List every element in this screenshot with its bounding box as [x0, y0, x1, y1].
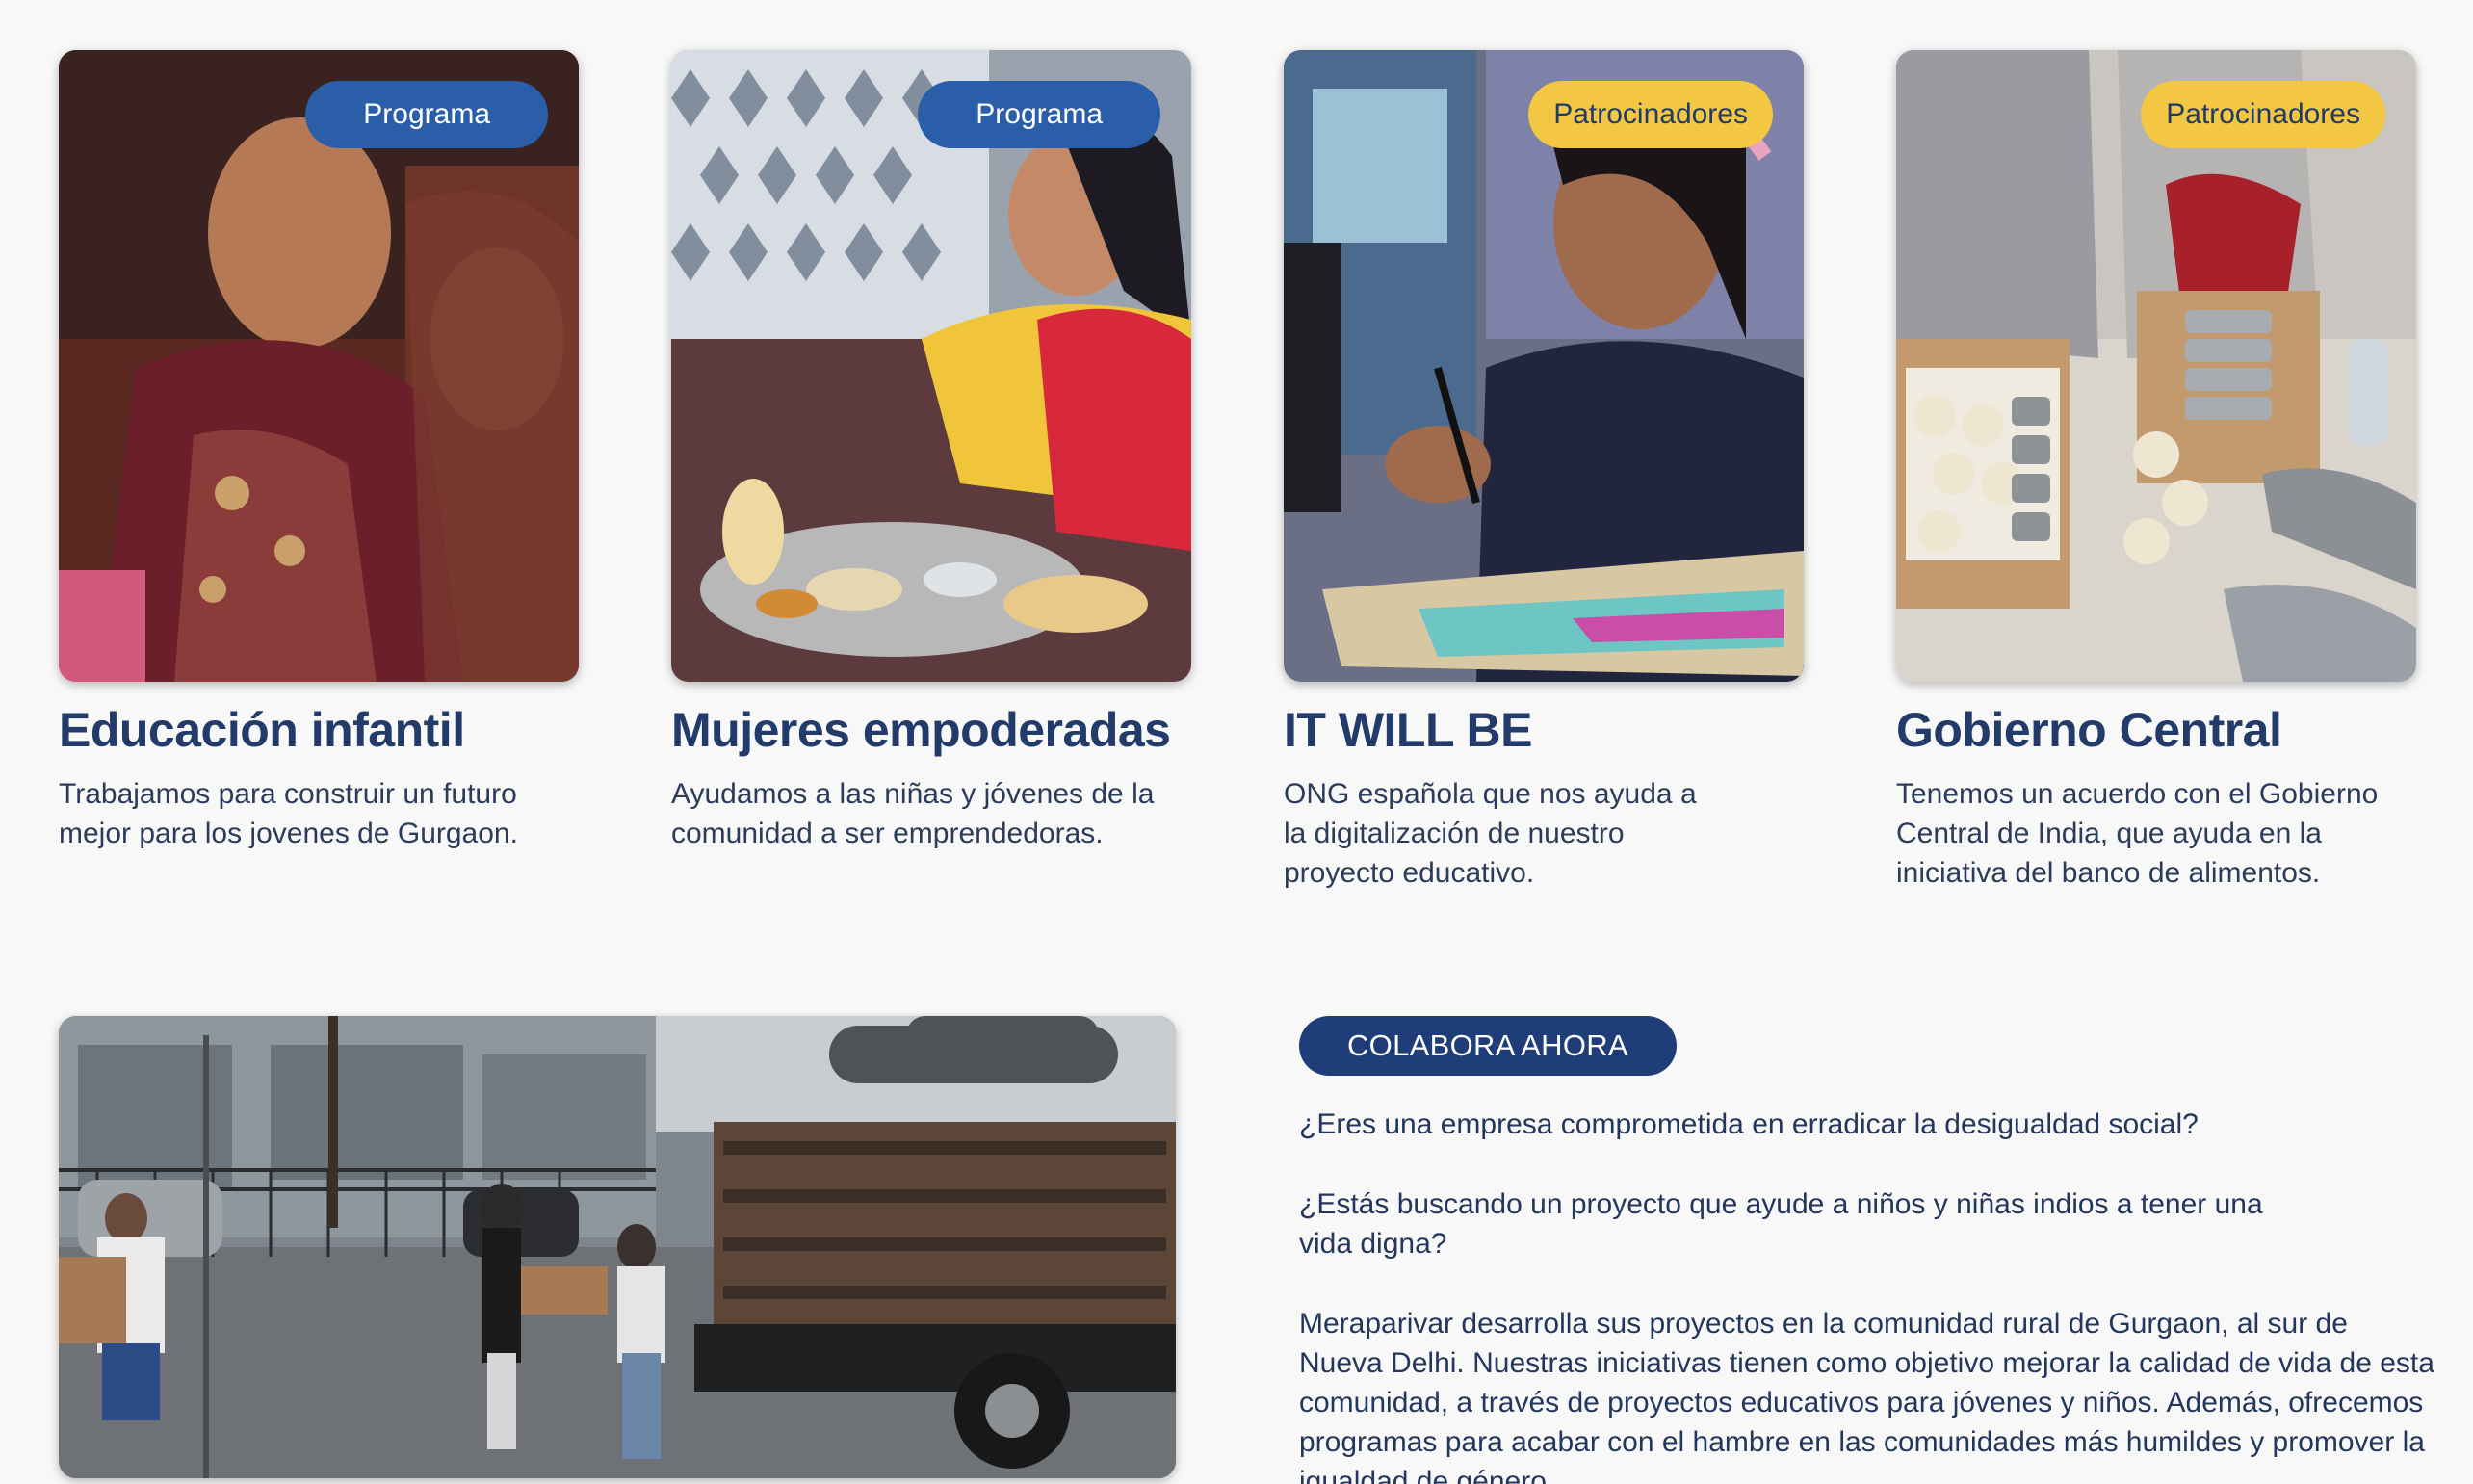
collaborate-question-2: ¿Estás buscando un proyecto que ayude a … [1299, 1188, 2263, 1260]
collaborate-question-1: ¿Eres una empresa comprometida en erradi… [1299, 1108, 2199, 1140]
card-mujeres-empoderadas[interactable]: Programa Mujeres empoderadas Ayudamos a … [671, 50, 1191, 853]
collaborate-description: Meraparivar desarrolla sus proyectos en … [1299, 1308, 2434, 1484]
card-description: Ayudamos a las niñas y jóvenes de la com… [671, 778, 1155, 849]
collaborate-section: COLABORA AHORA ¿Eres una empresa comprom… [1299, 1016, 2434, 1484]
badge-programa: Programa [305, 81, 548, 148]
card-educacion-infantil[interactable]: Programa Educación infantil Trabajamos p… [59, 50, 579, 853]
card-gobierno-central[interactable]: Patrocinadores Gobierno Central Tenemos … [1896, 50, 2416, 893]
photo-girl-writing[interactable]: Patrocinadores [1284, 50, 1804, 682]
photo-woman-eating[interactable]: Programa [671, 50, 1191, 682]
card-title[interactable]: Mujeres empoderadas [671, 699, 1191, 761]
colabora-ahora-button[interactable]: COLABORA AHORA [1299, 1016, 1677, 1076]
card-description: Tenemos un acuerdo con el Gobierno Centr… [1896, 778, 2379, 889]
badge-programa: Programa [918, 81, 1160, 148]
card-title[interactable]: Educación infantil [59, 699, 579, 761]
page: Programa Educación infantil Trabajamos p… [0, 0, 2473, 1484]
food-truck-image [59, 1016, 1176, 1478]
photo-food-bank[interactable]: Patrocinadores [1896, 50, 2416, 682]
badge-patrocinadores: Patrocinadores [2141, 81, 2385, 148]
card-title[interactable]: IT WILL BE [1284, 699, 1804, 761]
photo-food-truck[interactable] [59, 1016, 1176, 1478]
badge-patrocinadores: Patrocinadores [1528, 81, 1773, 148]
photo-girls-portrait[interactable]: Programa [59, 50, 579, 682]
card-description: ONG española que nos ayuda a la digitali… [1284, 778, 1697, 889]
card-it-will-be[interactable]: Patrocinadores IT WILL BE ONG española q… [1284, 50, 1804, 893]
card-description: Trabajamos para construir un futuro mejo… [59, 778, 518, 849]
card-title[interactable]: Gobierno Central [1896, 699, 2416, 761]
